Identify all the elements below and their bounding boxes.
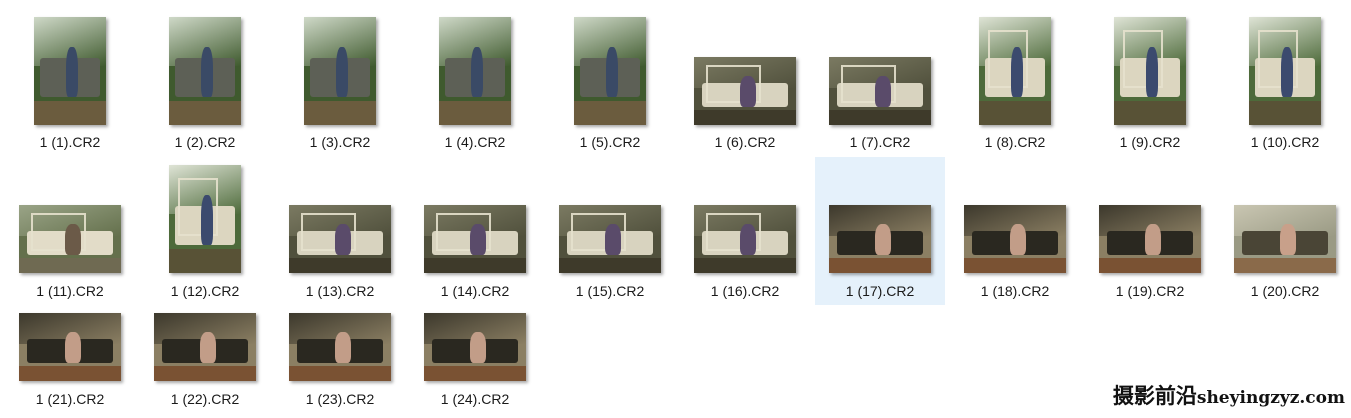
file-name: 1 (22).CR2 (170, 391, 240, 407)
file-item[interactable]: 1 (24).CR2 (410, 306, 540, 416)
photo-thumbnail (979, 17, 1051, 125)
photo-thumbnail (169, 17, 241, 125)
photo-thumbnail (439, 17, 511, 125)
file-item[interactable]: 1 (4).CR2 (410, 8, 540, 158)
file-name: 1 (1).CR2 (39, 134, 101, 150)
file-item[interactable]: 1 (18).CR2 (950, 157, 1080, 305)
file-name: 1 (19).CR2 (1115, 283, 1185, 299)
photo-thumbnail (19, 313, 121, 381)
file-name: 1 (11).CR2 (36, 283, 104, 299)
watermark-cn: 摄影前沿 (1112, 383, 1197, 408)
file-item[interactable]: 1 (16).CR2 (680, 157, 810, 305)
photo-thumbnail (964, 205, 1066, 273)
file-item[interactable]: 1 (12).CR2 (140, 157, 270, 305)
photo-thumbnail (424, 205, 526, 273)
file-name: 1 (16).CR2 (710, 283, 780, 299)
photo-thumbnail (19, 205, 121, 273)
file-item[interactable]: 1 (10).CR2 (1220, 8, 1350, 158)
file-item[interactable]: 1 (23).CR2 (275, 306, 405, 416)
file-item[interactable]: 1 (14).CR2 (410, 157, 540, 305)
photo-thumbnail (694, 57, 796, 125)
file-item[interactable]: 1 (15).CR2 (545, 157, 675, 305)
file-item[interactable]: 1 (21).CR2 (5, 306, 135, 416)
file-name: 1 (13).CR2 (305, 283, 375, 299)
file-name: 1 (17).CR2 (845, 283, 915, 299)
photo-thumbnail (289, 313, 391, 381)
file-name: 1 (2).CR2 (174, 134, 236, 150)
file-name: 1 (6).CR2 (714, 134, 776, 150)
file-item[interactable]: 1 (22).CR2 (140, 306, 270, 416)
file-item[interactable]: 1 (6).CR2 (680, 8, 810, 158)
file-name: 1 (8).CR2 (984, 134, 1046, 150)
file-name: 1 (10).CR2 (1250, 134, 1320, 150)
file-name: 1 (7).CR2 (849, 134, 911, 150)
file-name: 1 (3).CR2 (309, 134, 371, 150)
file-item[interactable]: 1 (5).CR2 (545, 8, 675, 158)
file-grid: 1 (1).CR2 1 (2).CR2 1 (3).CR2 1 (4).CR2 1 (5… (0, 0, 1351, 418)
file-item[interactable]: 1 (19).CR2 (1085, 157, 1215, 305)
file-item[interactable]: 1 (7).CR2 (815, 8, 945, 158)
watermark-en: sheyingzyz.com (1196, 388, 1345, 408)
file-item[interactable]: 1 (2).CR2 (140, 8, 270, 158)
photo-thumbnail (574, 17, 646, 125)
file-item[interactable]: 1 (13).CR2 (275, 157, 405, 305)
photo-thumbnail (559, 205, 661, 273)
file-name: 1 (20).CR2 (1250, 283, 1320, 299)
file-name: 1 (24).CR2 (440, 391, 510, 407)
photo-thumbnail (424, 313, 526, 381)
file-name: 1 (5).CR2 (579, 134, 641, 150)
photo-thumbnail (829, 57, 931, 125)
photo-thumbnail (1234, 205, 1336, 273)
file-name: 1 (4).CR2 (444, 134, 506, 150)
file-name: 1 (18).CR2 (980, 283, 1050, 299)
photo-thumbnail (694, 205, 796, 273)
file-item[interactable]: 1 (8).CR2 (950, 8, 1080, 158)
photo-thumbnail (304, 17, 376, 125)
file-item[interactable]: 1 (11).CR2 (5, 157, 135, 305)
file-name: 1 (14).CR2 (440, 283, 510, 299)
photo-thumbnail (1099, 205, 1201, 273)
file-item[interactable]: 1 (17).CR2 (815, 157, 945, 305)
file-item[interactable]: 1 (3).CR2 (275, 8, 405, 158)
file-item[interactable]: 1 (9).CR2 (1085, 8, 1215, 158)
photo-thumbnail (289, 205, 391, 273)
file-name: 1 (12).CR2 (170, 283, 240, 299)
file-item[interactable]: 1 (1).CR2 (5, 8, 135, 158)
file-name: 1 (23).CR2 (305, 391, 375, 407)
photo-thumbnail (34, 17, 106, 125)
file-name: 1 (15).CR2 (575, 283, 645, 299)
file-name: 1 (21).CR2 (35, 391, 105, 407)
photo-thumbnail (1249, 17, 1321, 125)
file-name: 1 (9).CR2 (1119, 134, 1181, 150)
photo-thumbnail (154, 313, 256, 381)
photo-thumbnail (1114, 17, 1186, 125)
photo-thumbnail (829, 205, 931, 273)
watermark: 摄影前沿sheyingzyz.com (1113, 380, 1345, 410)
photo-thumbnail (169, 165, 241, 273)
file-item[interactable]: 1 (20).CR2 (1220, 157, 1350, 305)
